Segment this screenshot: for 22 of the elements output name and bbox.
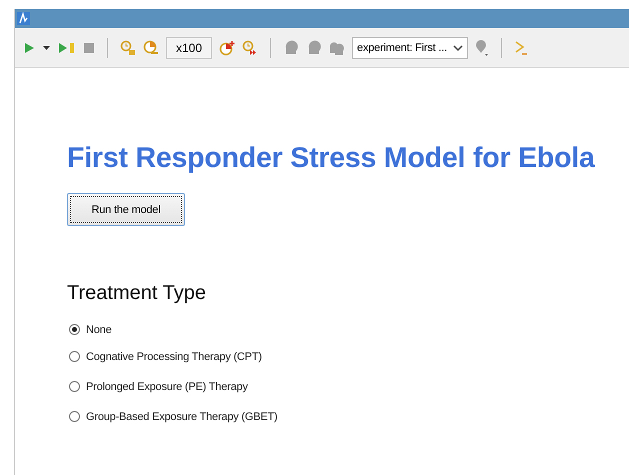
clock-icon[interactable] [120, 40, 136, 56]
radio-option[interactable]: Group-Based Exposure Therapy (GBET) [69, 410, 278, 424]
run-button[interactable]: Run the model [67, 193, 185, 226]
speed-field[interactable]: x100 [166, 36, 212, 58]
experiment-dropdown[interactable]: experiment: First ... [352, 36, 468, 58]
app-icon [17, 12, 30, 25]
radio-button[interactable] [69, 411, 80, 422]
page-title: First Responder Stress Model for Ebola [67, 142, 596, 175]
clock-icon[interactable] [242, 40, 258, 56]
radio-option[interactable]: Prolonged Exposure (PE) Therapy [69, 380, 248, 394]
play-icon[interactable] [23, 40, 35, 54]
radio-button[interactable] [69, 324, 80, 335]
trace-icon[interactable] [514, 40, 528, 56]
section-heading: Treatment Type [67, 282, 207, 305]
clock-icon[interactable] [219, 40, 236, 56]
step-icon[interactable] [58, 40, 76, 54]
radio-option[interactable]: None [69, 322, 112, 336]
clock-icon[interactable] [143, 40, 159, 56]
chevron-icon [452, 44, 463, 52]
radio-button[interactable] [69, 381, 80, 392]
radio-option[interactable]: Cognative Processing Therapy (CPT) [69, 350, 262, 364]
radio-button[interactable] [69, 351, 80, 362]
